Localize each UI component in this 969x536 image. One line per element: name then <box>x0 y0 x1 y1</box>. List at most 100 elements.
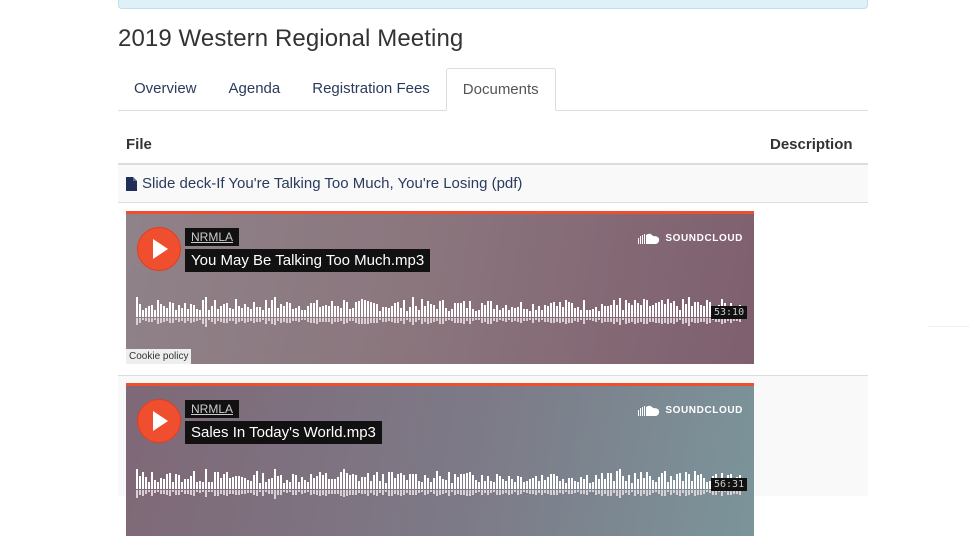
waveform-bar <box>340 472 342 489</box>
tab-registration-fees[interactable]: Registration Fees <box>296 68 446 110</box>
waveform-bar <box>379 311 381 317</box>
waveform-bar <box>691 306 693 317</box>
waveform-bar <box>271 300 273 317</box>
waveform-bar <box>700 305 702 317</box>
soundcloud-player[interactable]: NRMLA Sales In Today's World.mp3 SOUNDCL… <box>126 383 754 536</box>
waveform-bar-reflection <box>229 318 231 321</box>
waveform-bar-reflection <box>481 318 483 323</box>
waveform-bar <box>604 306 606 317</box>
waveform-bar <box>457 303 459 317</box>
waveform-bar <box>667 299 669 317</box>
waveform-bar <box>553 302 555 317</box>
waveform-bar-reflection <box>415 318 417 322</box>
waveform-bar <box>700 474 702 489</box>
waveform-bar-reflection <box>280 318 282 323</box>
waveform-bar <box>175 474 177 489</box>
waveform-bar-reflection <box>370 490 372 493</box>
waveform-bar-reflection <box>154 318 156 320</box>
waveform-bar <box>160 478 162 489</box>
track-title[interactable]: Sales In Today's World.mp3 <box>185 421 382 444</box>
waveform-bar <box>517 476 519 489</box>
track-title[interactable]: You May Be Talking Too Much.mp3 <box>185 249 431 272</box>
waveform-bar <box>403 300 405 317</box>
waveform-bar <box>199 310 201 317</box>
waveform-bar-reflection <box>385 490 387 492</box>
play-button[interactable] <box>137 227 181 271</box>
waveform-bar <box>463 474 465 489</box>
waveform[interactable] <box>136 469 744 499</box>
waveform-bar-reflection <box>469 318 471 324</box>
waveform-bar-reflection <box>379 490 381 493</box>
waveform-bar <box>631 305 633 317</box>
waveform-bar <box>181 482 183 489</box>
waveform-bar-reflection <box>187 318 189 321</box>
waveform-bar-reflection <box>283 490 285 492</box>
waveform-bar-reflection <box>526 318 528 321</box>
soundcloud-cloud-icon <box>638 233 660 244</box>
waveform-bar <box>139 304 141 317</box>
waveform-bar <box>652 305 654 317</box>
waveform-bar <box>172 482 174 489</box>
info-alert <box>118 0 868 9</box>
waveform-bar-reflection <box>490 490 492 493</box>
soundcloud-logo[interactable]: SOUNDCLOUD <box>638 405 743 416</box>
tab-documents[interactable]: Documents <box>445 68 556 111</box>
waveform-bar-reflection <box>691 490 693 493</box>
artist-link[interactable]: NRMLA <box>185 228 240 246</box>
waveform-bar <box>154 310 156 317</box>
waveform-bar <box>265 482 267 489</box>
artist-link[interactable]: NRMLA <box>185 400 240 418</box>
soundcloud-logo[interactable]: SOUNDCLOUD <box>638 233 743 244</box>
waveform-bar-reflection <box>385 318 387 322</box>
waveform-bar <box>517 307 519 317</box>
waveform-bar-reflection <box>547 318 549 322</box>
waveform-bar <box>223 304 225 317</box>
waveform-bar <box>298 306 300 317</box>
waveform-bar <box>394 303 396 317</box>
waveform[interactable] <box>136 297 744 327</box>
waveform-bar <box>352 308 354 317</box>
tab-agenda[interactable]: Agenda <box>213 68 297 110</box>
waveform-bar <box>193 305 195 317</box>
waveform-bar <box>226 472 228 489</box>
cookie-policy-link[interactable]: Cookie policy <box>126 349 192 364</box>
play-button[interactable] <box>137 399 181 443</box>
waveform-bar-reflection <box>586 318 588 320</box>
waveform-bar-reflection <box>565 318 567 324</box>
waveform-bar <box>418 310 420 317</box>
waveform-bar <box>301 477 303 489</box>
waveform-bar-reflection <box>514 318 516 321</box>
waveform-bar-reflection <box>679 318 681 320</box>
waveform-bar <box>238 476 240 489</box>
waveform-bar-reflection <box>298 490 300 492</box>
waveform-bar <box>658 477 660 489</box>
waveform-bar <box>385 483 387 489</box>
waveform-bar <box>595 475 597 489</box>
waveform-bar-reflection <box>157 318 159 324</box>
waveform-bar <box>388 308 390 317</box>
waveform-bar <box>226 303 228 317</box>
waveform-bar-reflection <box>157 490 159 492</box>
waveform-bar-reflection <box>259 490 261 492</box>
waveform-bar-reflection <box>181 490 183 492</box>
waveform-bar <box>433 478 435 489</box>
waveform-bar-reflection <box>205 490 207 497</box>
waveform-bar <box>460 303 462 317</box>
waveform-bar <box>706 300 708 317</box>
waveform-bar-reflection <box>685 318 687 323</box>
waveform-bar-reflection <box>427 318 429 324</box>
waveform-bar <box>142 310 144 317</box>
waveform-bar-reflection <box>367 318 369 324</box>
tab-overview[interactable]: Overview <box>118 68 213 110</box>
waveform-bar <box>598 311 600 317</box>
soundcloud-player[interactable]: NRMLA You May Be Talking Too Much.mp3 SO… <box>126 211 754 364</box>
waveform-bar-reflection <box>421 490 423 492</box>
waveform-bar <box>307 482 309 489</box>
waveform-bar <box>592 309 594 317</box>
waveform-bar <box>319 307 321 317</box>
waveform-bar <box>643 299 645 317</box>
waveform-bar-reflection <box>286 318 288 323</box>
waveform-bar <box>307 306 309 317</box>
waveform-bar <box>358 481 360 489</box>
file-download-link[interactable]: Slide deck-If You're Talking Too Much, Y… <box>126 175 522 192</box>
